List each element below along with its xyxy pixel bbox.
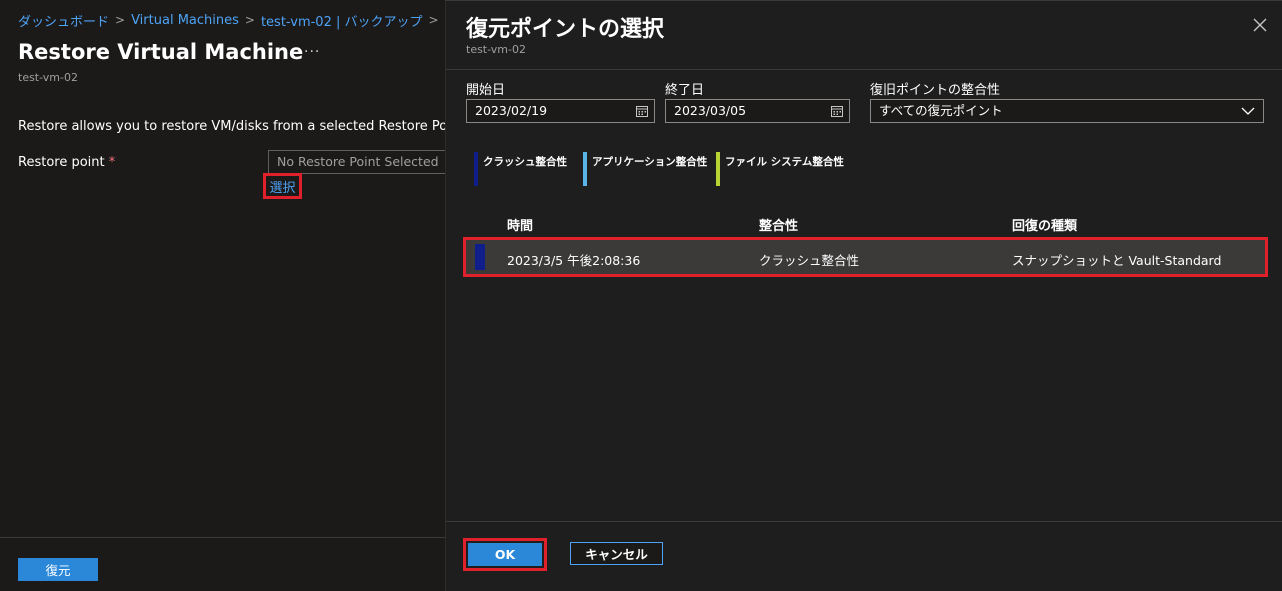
consistency-label: 復旧ポイントの整合性	[870, 83, 1001, 98]
restore-vm-blade: ダッシュボード > Virtual Machines > test-vm-02 …	[0, 0, 468, 591]
start-date-label: 開始日	[466, 83, 506, 98]
legend-swatch	[583, 152, 587, 186]
panel-divider	[446, 69, 1282, 70]
cell-time: 2023/3/5 午後2:08:36	[507, 253, 641, 268]
legend-label: アプリケーション整合性	[592, 156, 708, 168]
restore-description: Restore allows you to restore VM/disks f…	[18, 119, 469, 134]
restore-button[interactable]: 復元	[18, 558, 98, 581]
restore-point-input[interactable]: No Restore Point Selected	[268, 150, 448, 174]
more-options-icon[interactable]: ···	[304, 44, 320, 60]
ok-button-highlight: OK	[463, 538, 547, 571]
breadcrumb-dashboard[interactable]: ダッシュボード	[18, 11, 109, 30]
cell-consistency: クラッシュ整合性	[759, 253, 860, 268]
column-header-consistency[interactable]: 整合性	[759, 215, 798, 234]
end-date-label: 終了日	[665, 83, 705, 98]
legend-label: ファイル システム整合性	[725, 156, 844, 168]
legend-swatch	[474, 152, 478, 186]
close-icon[interactable]	[1250, 15, 1270, 35]
legend-label: クラッシュ整合性	[483, 156, 567, 168]
panel-footer-divider	[446, 521, 1282, 522]
restore-point-label: Restore point *	[18, 155, 115, 170]
end-date-value: 2023/03/05	[674, 103, 747, 118]
page-title: Restore Virtual Machine	[18, 40, 304, 64]
column-header-time[interactable]: 時間	[507, 215, 533, 234]
calendar-icon[interactable]	[831, 105, 843, 117]
restore-point-label-text: Restore point	[18, 155, 105, 170]
end-date-input[interactable]: 2023/03/05	[665, 99, 850, 123]
ok-button[interactable]: OK	[468, 543, 542, 566]
table-row[interactable]: 2023/3/5 午後2:08:36 クラッシュ整合性 スナップショットと Va…	[463, 237, 1268, 277]
chevron-right-icon: >	[244, 13, 255, 27]
column-header-recovery-type[interactable]: 回復の種類	[1012, 215, 1077, 234]
consistency-dropdown[interactable]: すべての復元ポイント	[870, 99, 1264, 123]
consistency-indicator	[475, 244, 485, 270]
page-subtitle: test-vm-02	[18, 71, 78, 84]
select-restore-point-link[interactable]: 選択	[263, 173, 302, 199]
panel-subtitle: test-vm-02	[466, 43, 526, 56]
required-mark: *	[108, 155, 116, 170]
legend-swatch	[716, 152, 720, 186]
footer-divider	[0, 537, 445, 538]
chevron-right-icon: >	[115, 13, 126, 27]
breadcrumb: ダッシュボード > Virtual Machines > test-vm-02 …	[18, 11, 439, 30]
chevron-down-icon	[1241, 107, 1255, 115]
start-date-input[interactable]: 2023/02/19	[466, 99, 655, 123]
chevron-right-icon: >	[428, 13, 439, 27]
cancel-button[interactable]: キャンセル	[570, 542, 663, 565]
consistency-value: すべての復元ポイント	[879, 103, 1003, 118]
cell-recovery-type: スナップショットと Vault-Standard	[1012, 253, 1222, 268]
panel-title: 復元ポイントの選択	[466, 17, 665, 42]
select-restore-point-panel: 復元ポイントの選択 test-vm-02 開始日 2023/02/19 終了日 …	[445, 0, 1282, 591]
start-date-value: 2023/02/19	[475, 103, 548, 118]
breadcrumb-vm-backup[interactable]: test-vm-02 | バックアップ	[261, 11, 423, 30]
breadcrumb-virtual-machines[interactable]: Virtual Machines	[131, 13, 239, 28]
calendar-icon[interactable]	[636, 105, 648, 117]
